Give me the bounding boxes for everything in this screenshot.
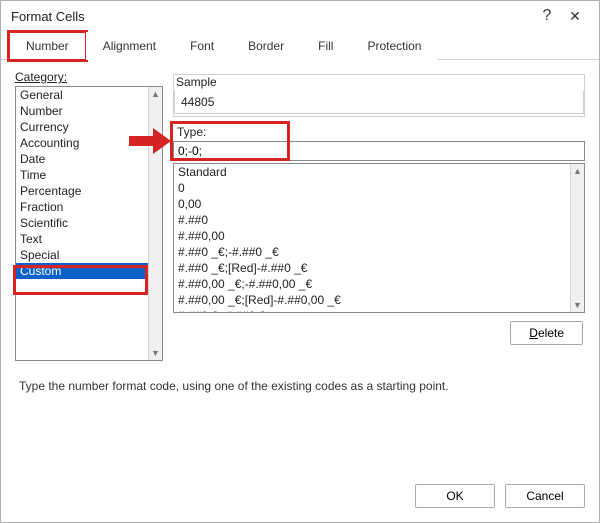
window-title: Format Cells <box>11 9 85 24</box>
format-item[interactable]: #.##0 _€;[Red]-#.##0 _€ <box>174 260 584 276</box>
type-input[interactable] <box>173 141 585 161</box>
sample-value: 44805 <box>174 91 584 114</box>
cancel-button[interactable]: Cancel <box>505 484 585 508</box>
category-item[interactable]: Time <box>16 167 162 183</box>
number-panel: Category: General Number Currency Accoun… <box>1 60 599 474</box>
dialog-footer: OK Cancel <box>1 474 599 522</box>
tab-fill[interactable]: Fill <box>301 32 350 60</box>
tab-font[interactable]: Font <box>173 32 231 60</box>
category-item[interactable]: Text <box>16 231 162 247</box>
format-item[interactable]: #.##0 <box>174 212 584 228</box>
format-list[interactable]: Standard 0 0,00 #.##0 #.##0,00 #.##0 _€;… <box>173 163 585 313</box>
titlebar: Format Cells ? ✕ <box>1 1 599 29</box>
tab-protection[interactable]: Protection <box>350 32 438 60</box>
format-item[interactable]: #.##0 _€;-#.##0 _€ <box>174 244 584 260</box>
category-item[interactable]: Date <box>16 151 162 167</box>
category-item[interactable]: Fraction <box>16 199 162 215</box>
ok-button[interactable]: OK <box>415 484 495 508</box>
tab-alignment[interactable]: Alignment <box>86 32 173 60</box>
tabs: Number Alignment Font Border Fill Protec… <box>1 31 599 60</box>
format-item[interactable]: #.##0 €;-#.##0 € <box>174 308 584 313</box>
category-item[interactable]: Special <box>16 247 162 263</box>
format-cells-dialog: Format Cells ? ✕ Number Alignment Font B… <box>0 0 600 523</box>
scroll-up-icon[interactable]: ▲ <box>151 89 160 99</box>
format-item[interactable]: 0,00 <box>174 196 584 212</box>
category-item[interactable]: Percentage <box>16 183 162 199</box>
category-item[interactable]: Scientific <box>16 215 162 231</box>
sample-label: Sample <box>174 75 584 91</box>
format-item[interactable]: #.##0,00 <box>174 228 584 244</box>
category-item-custom[interactable]: Custom <box>16 263 162 279</box>
help-icon[interactable]: ? <box>533 7 561 25</box>
scrollbar[interactable]: ▲ ▼ <box>570 164 584 312</box>
delete-button[interactable]: Delete <box>510 321 583 345</box>
category-item[interactable]: Currency <box>16 119 162 135</box>
format-item[interactable]: 0 <box>174 180 584 196</box>
format-item[interactable]: Standard <box>174 164 584 180</box>
category-item[interactable]: General <box>16 87 162 103</box>
hint-text: Type the number format code, using one o… <box>15 361 585 403</box>
category-list[interactable]: General Number Currency Accounting Date … <box>15 86 163 361</box>
tab-border[interactable]: Border <box>231 32 301 60</box>
delete-label-rest: elete <box>538 326 564 340</box>
category-label: Category: <box>15 70 163 86</box>
tab-number[interactable]: Number <box>9 32 86 60</box>
category-item[interactable]: Accounting <box>16 135 162 151</box>
format-item[interactable]: #.##0,00 _€;[Red]-#.##0,00 _€ <box>174 292 584 308</box>
scrollbar[interactable]: ▲ ▼ <box>148 87 162 360</box>
scroll-up-icon[interactable]: ▲ <box>573 166 582 176</box>
category-item[interactable]: Number <box>16 103 162 119</box>
scroll-down-icon[interactable]: ▼ <box>573 300 582 310</box>
type-label: Type: <box>173 123 585 141</box>
format-item[interactable]: #.##0,00 _€;-#.##0,00 _€ <box>174 276 584 292</box>
scroll-down-icon[interactable]: ▼ <box>151 348 160 358</box>
close-icon[interactable]: ✕ <box>561 8 589 25</box>
